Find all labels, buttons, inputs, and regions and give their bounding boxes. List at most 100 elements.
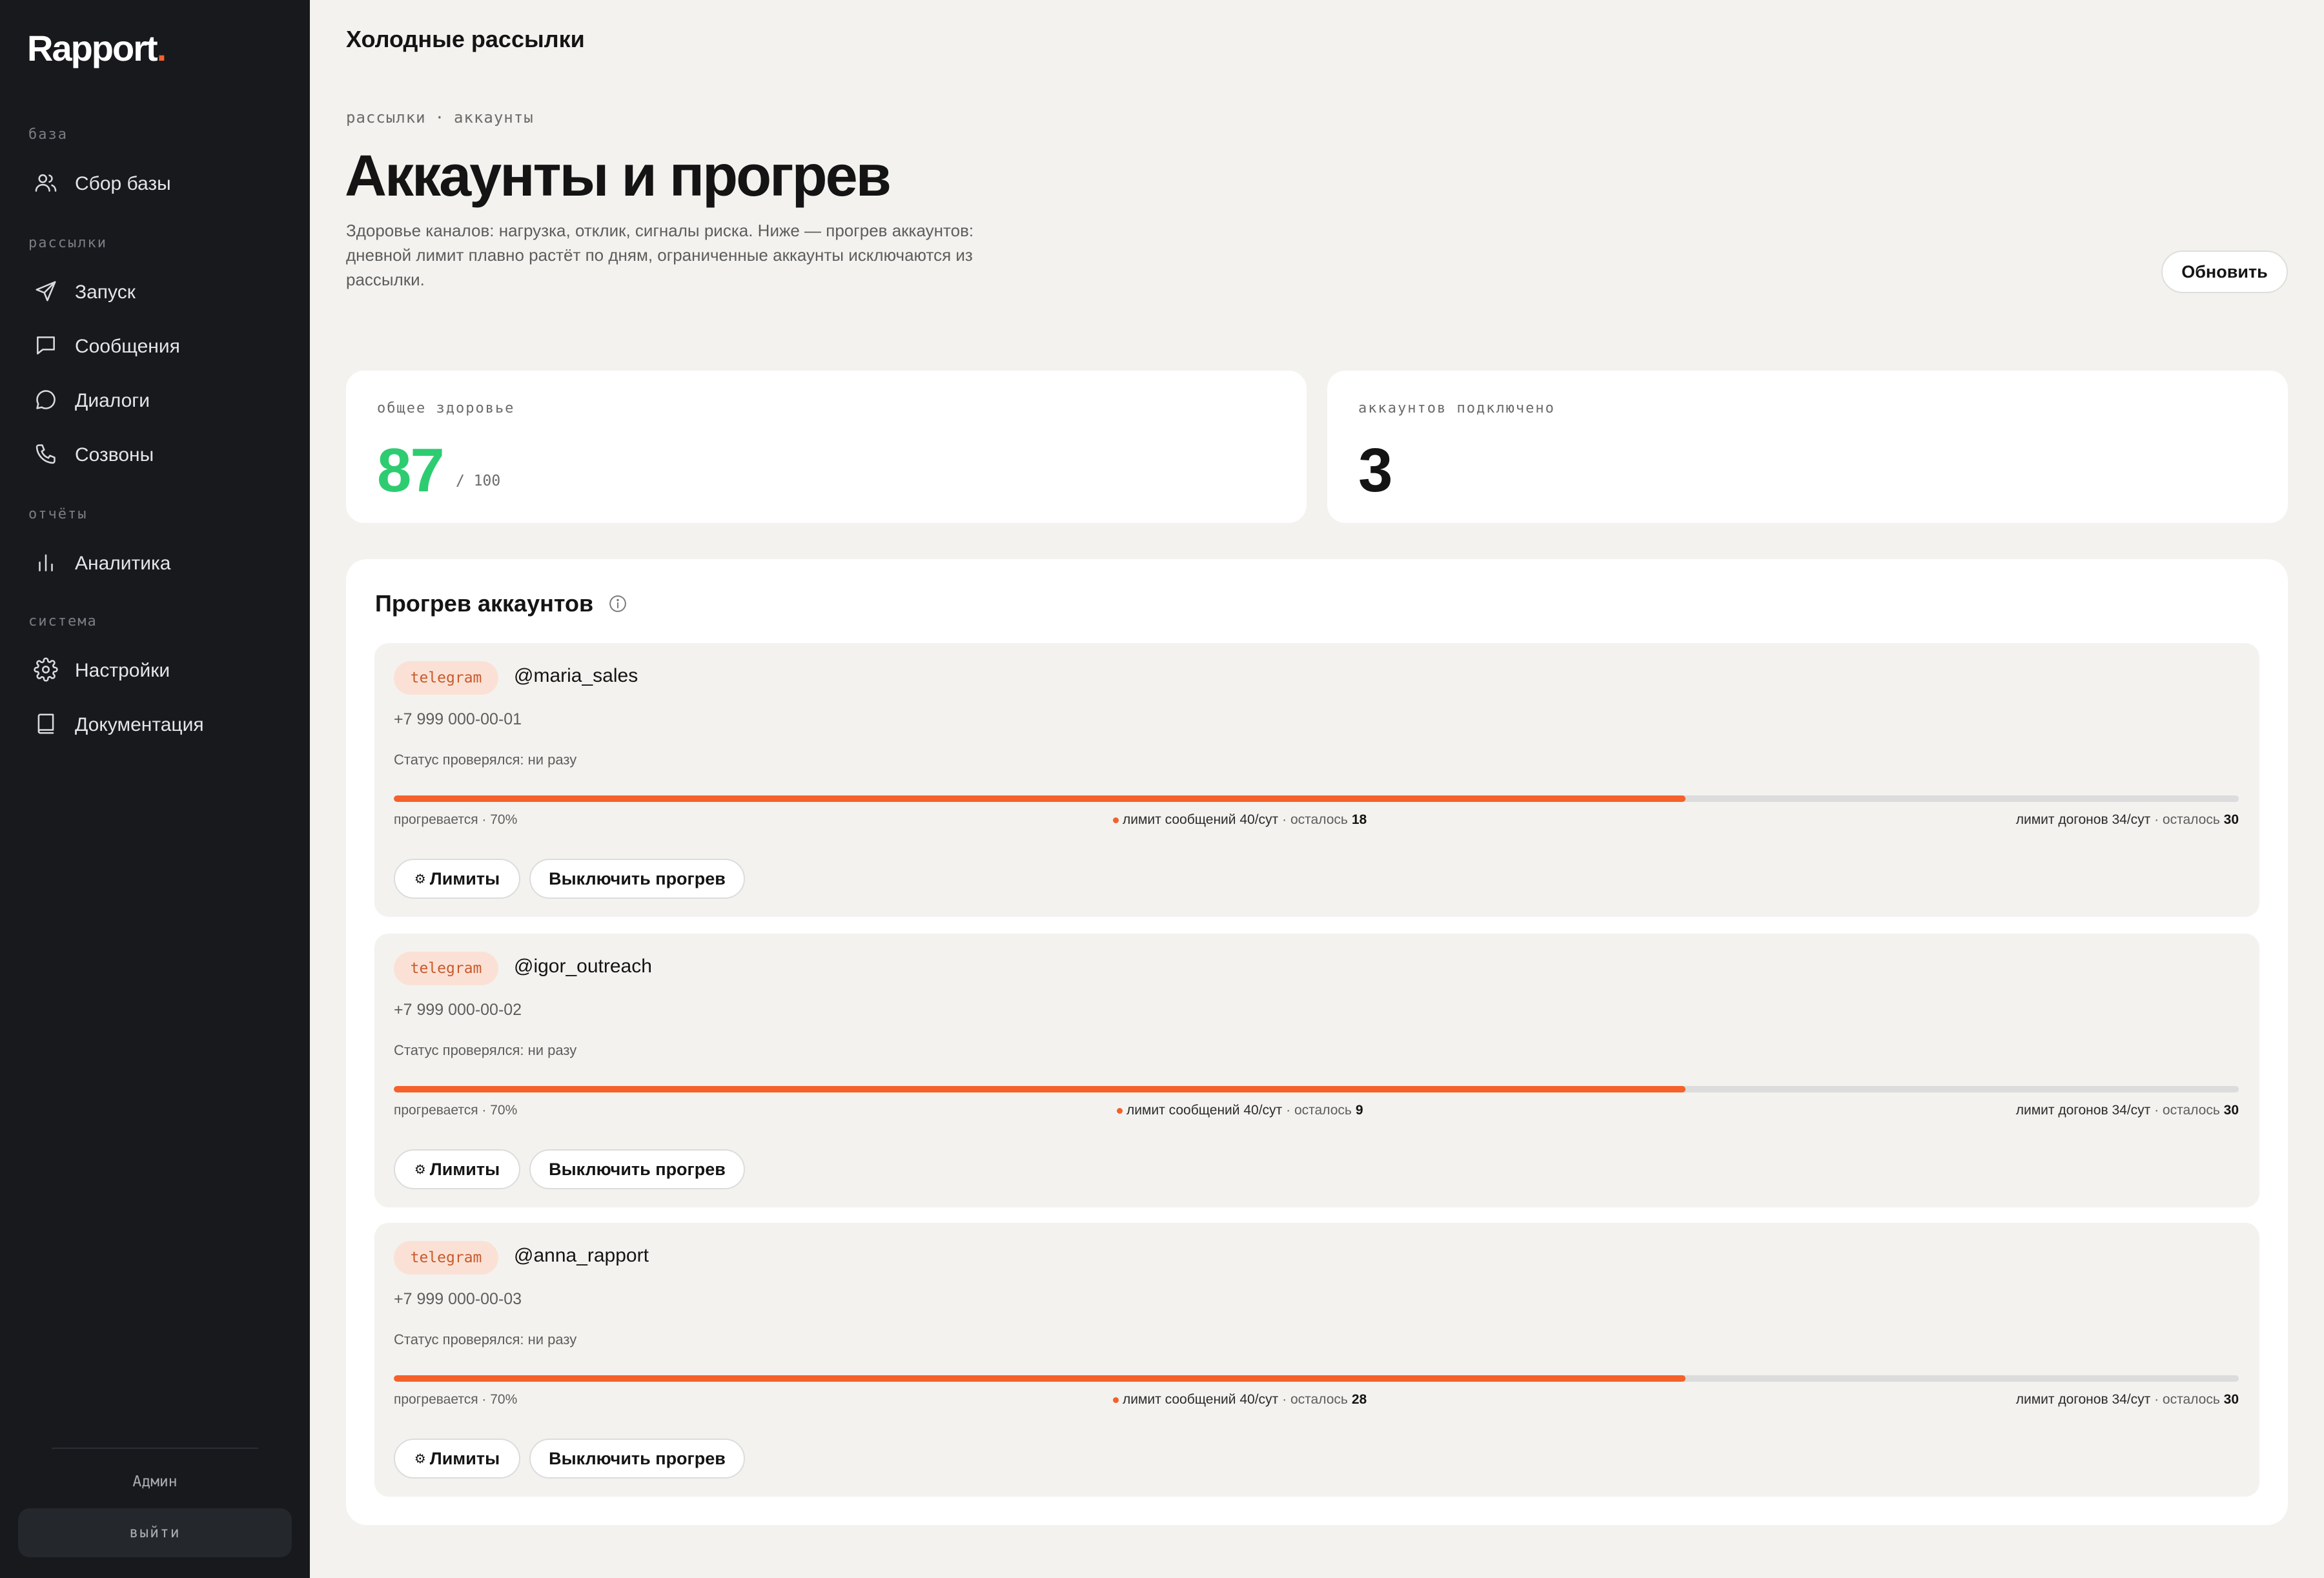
health-stat-value: 87 bbox=[377, 436, 445, 505]
current-user-label: Админ bbox=[132, 1473, 178, 1490]
sidebar-item-docs[interactable]: Документация bbox=[19, 702, 290, 748]
account-status: Статус проверялся: ни разу bbox=[394, 1331, 577, 1347]
gear-icon: ⚙ bbox=[414, 1162, 426, 1177]
account-status: Статус проверялся: ни разу bbox=[394, 1042, 577, 1058]
sidebar-item-messages[interactable]: Сообщения bbox=[19, 324, 290, 369]
followup-limit-left-label: · осталось bbox=[2154, 1392, 2220, 1407]
breadcrumb-item-mailings[interactable]: рассылки bbox=[346, 108, 426, 127]
followup-limit-left: 30 bbox=[2223, 812, 2239, 827]
account-status: Статус проверялся: ни разу bbox=[394, 752, 577, 768]
sidebar-item-label: Созвоны bbox=[75, 444, 154, 466]
warmup-progress-bar bbox=[394, 1086, 2239, 1092]
account-phone: +7 999 000-00-02 bbox=[394, 1001, 522, 1019]
followup-limit: лимит догонов 34/сут · осталось 30 bbox=[2016, 1103, 2239, 1118]
followup-limit-left-label: · осталось bbox=[2154, 812, 2220, 827]
account-card: telegram @maria_sales +7 999 000-00-01 С… bbox=[374, 643, 2259, 917]
message-limit: лимит сообщений 40/сут · осталось 18 bbox=[1113, 812, 1367, 828]
message-limit-left: 18 bbox=[1351, 812, 1367, 827]
breadcrumb-item-accounts: аккаунты bbox=[454, 108, 534, 127]
message-limit-left: 9 bbox=[1355, 1103, 1363, 1118]
account-handle: @igor_outreach bbox=[514, 956, 652, 977]
accounts-stat-card: аккаунтов подключено 3 bbox=[1327, 371, 2288, 523]
warmup-progress-bar bbox=[394, 795, 2239, 802]
bar-chart-icon bbox=[34, 550, 58, 578]
sidebar-item-label: Настройки bbox=[75, 660, 170, 681]
sidebar-item-collect-base[interactable]: Сбор базы bbox=[19, 161, 290, 207]
refresh-button[interactable]: Обновить bbox=[2161, 251, 2288, 293]
sidebar-item-label: Документация bbox=[75, 714, 204, 735]
page-description: Здоровье каналов: нагрузка, отклик, сигн… bbox=[346, 221, 974, 289]
followup-limit: лимит догонов 34/сут · осталось 30 bbox=[2016, 1392, 2239, 1408]
logout-button[interactable]: выйти bbox=[18, 1508, 292, 1557]
phone-icon bbox=[34, 442, 58, 469]
followup-limit: лимит догонов 34/сут · осталось 30 bbox=[2016, 812, 2239, 828]
followup-limit-label: лимит догонов 34/сут bbox=[2015, 812, 2151, 827]
sidebar-item-label: Аналитика bbox=[75, 553, 171, 574]
accent-dot bbox=[1117, 1107, 1123, 1114]
sidebar-item-launch[interactable]: Запуск bbox=[19, 270, 290, 315]
channel-badge: telegram bbox=[394, 1241, 498, 1275]
limits-button[interactable]: ⚙ Лимиты bbox=[394, 859, 520, 899]
warmup-progress-bar bbox=[394, 1375, 2239, 1382]
health-stat-max: / 100 bbox=[456, 473, 501, 489]
accounts-stat-label: аккаунтов подключено bbox=[1358, 400, 1555, 416]
followup-limit-left: 30 bbox=[2223, 1392, 2239, 1407]
disable-warmup-button[interactable]: Выключить прогрев bbox=[529, 1149, 745, 1189]
app-section-title: Холодные рассылки bbox=[346, 26, 585, 52]
disable-warmup-button[interactable]: Выключить прогрев bbox=[529, 1439, 745, 1479]
followup-limit-left-label: · осталось bbox=[2154, 1103, 2220, 1118]
followup-limit-left: 30 bbox=[2223, 1103, 2239, 1118]
warmup-panel-title: Прогрев аккаунтов bbox=[375, 590, 594, 617]
warmup-progress-fill bbox=[394, 795, 1686, 802]
sidebar-item-settings[interactable]: Настройки bbox=[19, 648, 290, 693]
channel-badge: telegram bbox=[394, 952, 498, 985]
limits-button[interactable]: ⚙ Лимиты bbox=[394, 1149, 520, 1189]
message-limit: лимит сообщений 40/сут · осталось 9 bbox=[1117, 1103, 1363, 1118]
logo-text: Rapport bbox=[27, 28, 158, 68]
message-limit-left-label: · осталось bbox=[1282, 812, 1348, 827]
sidebar: Rapport. база Сбор базы рассылки Запуск … bbox=[0, 0, 310, 1578]
account-phone: +7 999 000-00-01 bbox=[394, 710, 522, 728]
disable-warmup-button[interactable]: Выключить прогрев bbox=[529, 859, 745, 899]
accent-dot bbox=[1113, 817, 1119, 823]
chat-bubble-icon bbox=[34, 387, 58, 415]
sidebar-item-label: Запуск bbox=[75, 282, 136, 303]
health-stat-label: общее здоровье bbox=[377, 400, 515, 416]
limits-button-label: Лимиты bbox=[429, 868, 500, 888]
warmup-progress-fill bbox=[394, 1086, 1686, 1092]
limits-button-label: Лимиты bbox=[429, 1159, 500, 1179]
sidebar-item-label: Сообщения bbox=[75, 336, 180, 357]
account-phone: +7 999 000-00-03 bbox=[394, 1290, 522, 1308]
sidebar-item-analytics[interactable]: Аналитика bbox=[19, 541, 290, 586]
sidebar-item-label: Сбор базы bbox=[75, 173, 171, 194]
nav-section-system: система bbox=[28, 613, 97, 630]
followup-limit-label: лимит догонов 34/сут bbox=[2015, 1103, 2151, 1118]
logo[interactable]: Rapport. bbox=[27, 27, 167, 69]
breadcrumb: рассылки · аккаунты bbox=[346, 108, 534, 127]
warmup-progress-label: прогревается · 70% bbox=[394, 812, 518, 827]
send-icon bbox=[34, 279, 58, 307]
sidebar-item-calls[interactable]: Созвоны bbox=[19, 433, 290, 478]
gear-icon bbox=[34, 657, 58, 685]
nav-section-mailings: рассылки bbox=[28, 235, 107, 251]
info-icon[interactable] bbox=[608, 594, 627, 613]
book-icon bbox=[34, 712, 58, 739]
gear-icon: ⚙ bbox=[414, 1451, 426, 1466]
breadcrumb-separator: · bbox=[434, 108, 445, 127]
nav-section-reports: отчёты bbox=[28, 506, 88, 522]
warmup-progress-label: прогревается · 70% bbox=[394, 1103, 518, 1118]
limits-button[interactable]: ⚙ Лимиты bbox=[394, 1439, 520, 1479]
sidebar-item-dialogs[interactable]: Диалоги bbox=[19, 378, 290, 424]
nav-section-base: база bbox=[28, 127, 68, 143]
accounts-stat-value: 3 bbox=[1358, 436, 1392, 505]
message-limit-left-label: · осталось bbox=[1286, 1103, 1352, 1118]
warmup-progress-label: прогревается · 70% bbox=[394, 1392, 518, 1407]
channel-badge: telegram bbox=[394, 661, 498, 695]
limits-button-label: Лимиты bbox=[429, 1448, 500, 1468]
message-limit-label: лимит сообщений 40/сут bbox=[1123, 1392, 1279, 1407]
message-limit-label: лимит сообщений 40/сут bbox=[1126, 1103, 1283, 1118]
followup-limit-label: лимит догонов 34/сут bbox=[2015, 1392, 2151, 1407]
warmup-panel: Прогрев аккаунтов telegram @maria_sales … bbox=[346, 559, 2288, 1525]
account-handle: @maria_sales bbox=[514, 665, 638, 686]
logo-dot: . bbox=[156, 28, 167, 68]
